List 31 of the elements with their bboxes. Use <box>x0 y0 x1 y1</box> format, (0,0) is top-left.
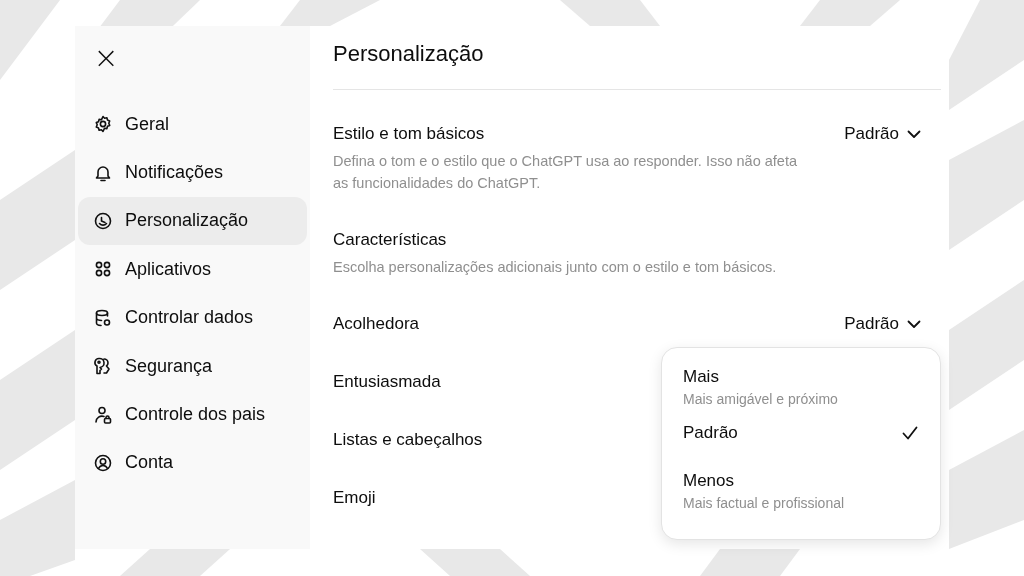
value-dropdown[interactable]: Padrão <box>844 311 921 337</box>
chevron-down-icon <box>907 319 921 329</box>
chevron-down-icon <box>907 129 921 139</box>
sidebar-item[interactable]: Controlar dados <box>78 293 307 342</box>
database-icon <box>93 307 113 328</box>
sidebar-item[interactable]: Controle dos pais <box>78 390 307 439</box>
setting-label: Acolhedora <box>333 313 419 336</box>
sidebar-item[interactable]: Geral <box>78 100 307 149</box>
sidebar-item[interactable]: Notificações <box>78 148 307 197</box>
value-dropdown[interactable]: Padrão <box>844 121 921 147</box>
menu-option[interactable]: Menos Mais factual e profissional <box>683 470 918 526</box>
sidebar-item[interactable]: Personalização <box>78 196 307 246</box>
menu-option[interactable]: Mais Mais amigável e próximo <box>683 366 918 422</box>
sidebar-item[interactable]: Conta <box>78 438 307 488</box>
person-lock-icon <box>93 404 113 425</box>
close-button[interactable]: × <box>90 42 122 74</box>
setting-label: Entusiasmada <box>333 371 441 394</box>
user-circle-icon <box>93 452 113 473</box>
setting-label: Listas e cabeçalhos <box>333 429 483 452</box>
checkmark-icon <box>902 426 918 440</box>
setting-description: Escolha personalizações adicionais junto com o estilo e tom básicos. <box>333 258 778 277</box>
setting-description: Defina o tom e o estilo que o ChatGPT usa ao responder. Isso não afeta as funcionalidades do ChatGPT. <box>333 152 799 193</box>
sidebar-item[interactable]: Segurança <box>78 341 307 391</box>
gear-icon <box>93 114 113 135</box>
menu-option[interactable]: Padrão <box>683 422 918 470</box>
key-icon <box>93 356 113 377</box>
sidebar-item[interactable]: Aplicativos <box>78 245 307 294</box>
setting-label: Estilo e tom básicos <box>333 123 485 146</box>
setting-label: Características <box>333 229 447 252</box>
page-title: Personalização <box>333 40 485 68</box>
setting-label: Emoji <box>333 487 376 510</box>
